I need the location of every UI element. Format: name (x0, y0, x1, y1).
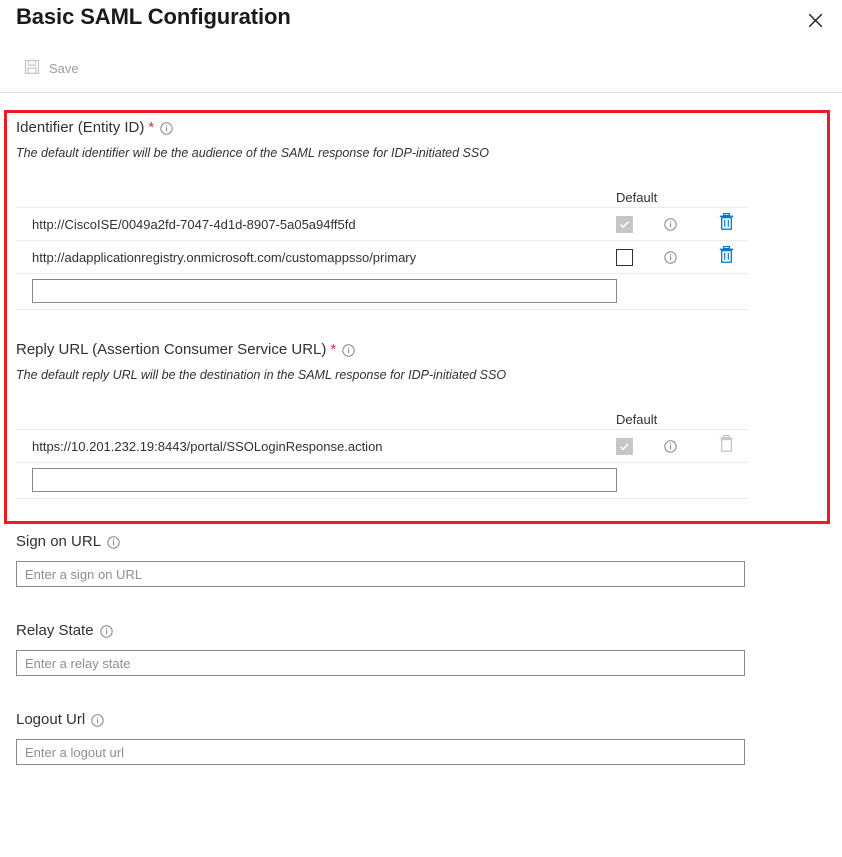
logout-url-input[interactable] (16, 739, 745, 765)
identifier-table-header: Default (16, 179, 748, 207)
save-button-label: Save (49, 61, 79, 76)
default-checkbox-checked-disabled (616, 437, 633, 455)
table-row: http://CiscoISE/0049a2fd-7047-4d1d-8907-… (16, 207, 748, 241)
relay-state-label: Relay State (16, 622, 94, 639)
info-icon[interactable] (160, 121, 173, 135)
identifier-label-row: Identifier (Entity ID) * (16, 118, 826, 138)
reply-url-section: Reply URL (Assertion Consumer Service UR… (0, 310, 842, 499)
trash-icon[interactable] (719, 246, 734, 268)
reply-url-label-row: Reply URL (Assertion Consumer Service UR… (16, 340, 826, 360)
sign-on-url-field: Sign on URL (0, 532, 842, 587)
identifier-section: Identifier (Entity ID) * The default ide… (0, 93, 842, 310)
logout-url-field: Logout Url (0, 710, 842, 765)
reply-url-new-entry-row (16, 463, 748, 499)
identifier-new-entry-input[interactable] (32, 279, 617, 303)
reply-url-list-table: Default https://10.201.232.19:8443/porta… (16, 401, 748, 499)
relay-state-label-row: Relay State (16, 621, 826, 641)
reply-url-col-default-header: Default (616, 412, 658, 427)
reply-url-required-marker: * (330, 341, 337, 358)
close-button[interactable] (802, 7, 828, 33)
default-checkbox-unchecked[interactable] (616, 248, 633, 266)
sign-on-url-label-row: Sign on URL (16, 532, 826, 552)
info-icon[interactable] (342, 343, 355, 357)
save-floppy-icon (24, 59, 40, 78)
identifier-new-entry-row (16, 274, 748, 310)
logout-url-label-row: Logout Url (16, 710, 826, 730)
trash-icon (719, 435, 734, 457)
table-row: http://adapplicationregistry.onmicrosoft… (16, 241, 748, 274)
info-icon[interactable] (664, 217, 677, 231)
info-icon[interactable] (664, 439, 677, 453)
relay-state-field: Relay State (0, 621, 842, 676)
sign-on-url-label: Sign on URL (16, 533, 102, 550)
command-bar: Save (0, 52, 842, 93)
sign-on-url-input[interactable] (16, 561, 745, 587)
info-icon[interactable] (99, 624, 113, 638)
info-icon[interactable] (664, 250, 677, 264)
identifier-value: http://CiscoISE/0049a2fd-7047-4d1d-8907-… (32, 216, 356, 232)
reply-url-value: https://10.201.232.19:8443/portal/SSOLog… (32, 438, 383, 454)
identifier-description: The default identifier will be the audie… (16, 146, 489, 160)
identifier-list-table: Default http://CiscoISE/0049a2fd-7047-4d… (16, 179, 748, 310)
identifier-required-marker: * (148, 119, 155, 136)
info-icon[interactable] (91, 713, 104, 727)
identifier-value: http://adapplicationregistry.onmicrosoft… (32, 249, 417, 265)
blade-content: Identifier (Entity ID) * The default ide… (0, 93, 842, 765)
blade-header: Basic SAML Configuration (0, 0, 842, 52)
reply-url-new-entry-input[interactable] (32, 468, 617, 492)
close-icon (808, 13, 823, 28)
identifier-label: Identifier (Entity ID) (16, 119, 145, 136)
reply-url-description: The default reply URL will be the destin… (16, 368, 507, 382)
relay-state-input[interactable] (16, 650, 745, 676)
table-row: https://10.201.232.19:8443/portal/SSOLog… (16, 429, 748, 463)
logout-url-label: Logout Url (16, 711, 86, 728)
info-icon[interactable] (107, 535, 120, 549)
trash-icon[interactable] (719, 213, 734, 235)
page-title: Basic SAML Configuration (16, 4, 291, 29)
save-button[interactable]: Save (20, 56, 83, 81)
identifier-col-default-header: Default (616, 190, 658, 205)
reply-url-table-header: Default (16, 401, 748, 429)
reply-url-label: Reply URL (Assertion Consumer Service UR… (16, 341, 327, 358)
default-checkbox-checked-disabled (616, 215, 633, 233)
